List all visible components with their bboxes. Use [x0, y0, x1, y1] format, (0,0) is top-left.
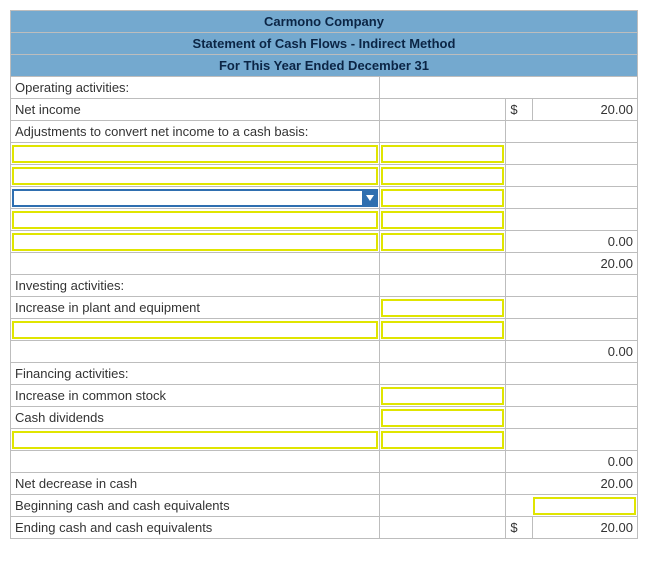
- header-period-row: For This Year Ended December 31: [11, 55, 638, 77]
- label-net-income: Net income: [11, 99, 380, 121]
- cash-div-input[interactable]: [381, 409, 505, 427]
- row-financing-activities: Financing activities:: [11, 363, 638, 385]
- currency-symbol-ending: $: [506, 517, 532, 539]
- header-period: For This Year Ended December 31: [11, 55, 638, 77]
- label-end-cash: Ending cash and cash equivalents: [11, 517, 380, 539]
- fin-label-input[interactable]: [12, 431, 378, 449]
- adj-value-input-3[interactable]: [381, 189, 505, 207]
- value-net-income: 20.00: [532, 99, 637, 121]
- chevron-down-icon: [366, 194, 374, 202]
- value-inv-total: 0.00: [532, 341, 637, 363]
- label-cash-div: Cash dividends: [11, 407, 380, 429]
- row-investing-activities: Investing activities:: [11, 275, 638, 297]
- beg-cash-input[interactable]: [533, 497, 636, 515]
- inc-plant-input[interactable]: [381, 299, 505, 317]
- value-ending: 20.00: [532, 517, 637, 539]
- row-net-decrease: Net decrease in cash 20.00: [11, 473, 638, 495]
- row-adj-input-2: [11, 165, 638, 187]
- adj-label-input-5[interactable]: [12, 233, 378, 251]
- row-fin-input: [11, 429, 638, 451]
- label-beg-cash: Beginning cash and cash equivalents: [11, 495, 380, 517]
- row-inv-input: [11, 319, 638, 341]
- cash-flow-statement-table: Carmono Company Statement of Cash Flows …: [10, 10, 638, 539]
- label-inc-common: Increase in common stock: [11, 385, 380, 407]
- row-adj-input-1: [11, 143, 638, 165]
- label-operating: Operating activities:: [11, 77, 380, 99]
- label-net-decrease: Net decrease in cash: [11, 473, 380, 495]
- row-inc-common: Increase in common stock: [11, 385, 638, 407]
- inc-common-input[interactable]: [381, 387, 505, 405]
- adj-label-input-3[interactable]: [12, 189, 378, 207]
- label-inc-plant: Increase in plant and equipment: [11, 297, 380, 319]
- inv-value-input[interactable]: [381, 321, 505, 339]
- row-net-income: Net income $ 20.00: [11, 99, 638, 121]
- row-adj-input-4: [11, 209, 638, 231]
- value-fin-total: 0.00: [532, 451, 637, 473]
- row-adjustments: Adjustments to convert net income to a c…: [11, 121, 638, 143]
- adj-label-input-2[interactable]: [12, 167, 378, 185]
- label-investing: Investing activities:: [11, 275, 380, 297]
- value-op-total: 20.00: [532, 253, 637, 275]
- row-inc-plant: Increase in plant and equipment: [11, 297, 638, 319]
- adj-value-input-5[interactable]: [381, 233, 505, 251]
- row-adj-input-3-active: [11, 187, 638, 209]
- header-statement-row: Statement of Cash Flows - Indirect Metho…: [11, 33, 638, 55]
- row-adj-input-5: 0.00: [11, 231, 638, 253]
- adj-value-input-4[interactable]: [381, 211, 505, 229]
- value-net-decrease: 20.00: [532, 473, 637, 495]
- adj-label-input-4[interactable]: [12, 211, 378, 229]
- adj-label-input-1[interactable]: [12, 145, 378, 163]
- row-end-cash: Ending cash and cash equivalents $ 20.00: [11, 517, 638, 539]
- value-op-subtotal: 0.00: [532, 231, 637, 253]
- header-statement: Statement of Cash Flows - Indirect Metho…: [11, 33, 638, 55]
- row-beg-cash: Beginning cash and cash equivalents: [11, 495, 638, 517]
- row-fin-total: 0.00: [11, 451, 638, 473]
- row-cash-div: Cash dividends: [11, 407, 638, 429]
- adj-value-input-2[interactable]: [381, 167, 505, 185]
- dropdown-handle[interactable]: [362, 189, 378, 207]
- adj-value-input-1[interactable]: [381, 145, 505, 163]
- row-op-total: 20.00: [11, 253, 638, 275]
- label-adjustments: Adjustments to convert net income to a c…: [11, 121, 380, 143]
- row-inv-total: 0.00: [11, 341, 638, 363]
- currency-symbol: $: [506, 99, 532, 121]
- header-company-row: Carmono Company: [11, 11, 638, 33]
- row-operating-activities: Operating activities:: [11, 77, 638, 99]
- inv-label-input[interactable]: [12, 321, 378, 339]
- header-company: Carmono Company: [11, 11, 638, 33]
- label-financing: Financing activities:: [11, 363, 380, 385]
- fin-value-input[interactable]: [381, 431, 505, 449]
